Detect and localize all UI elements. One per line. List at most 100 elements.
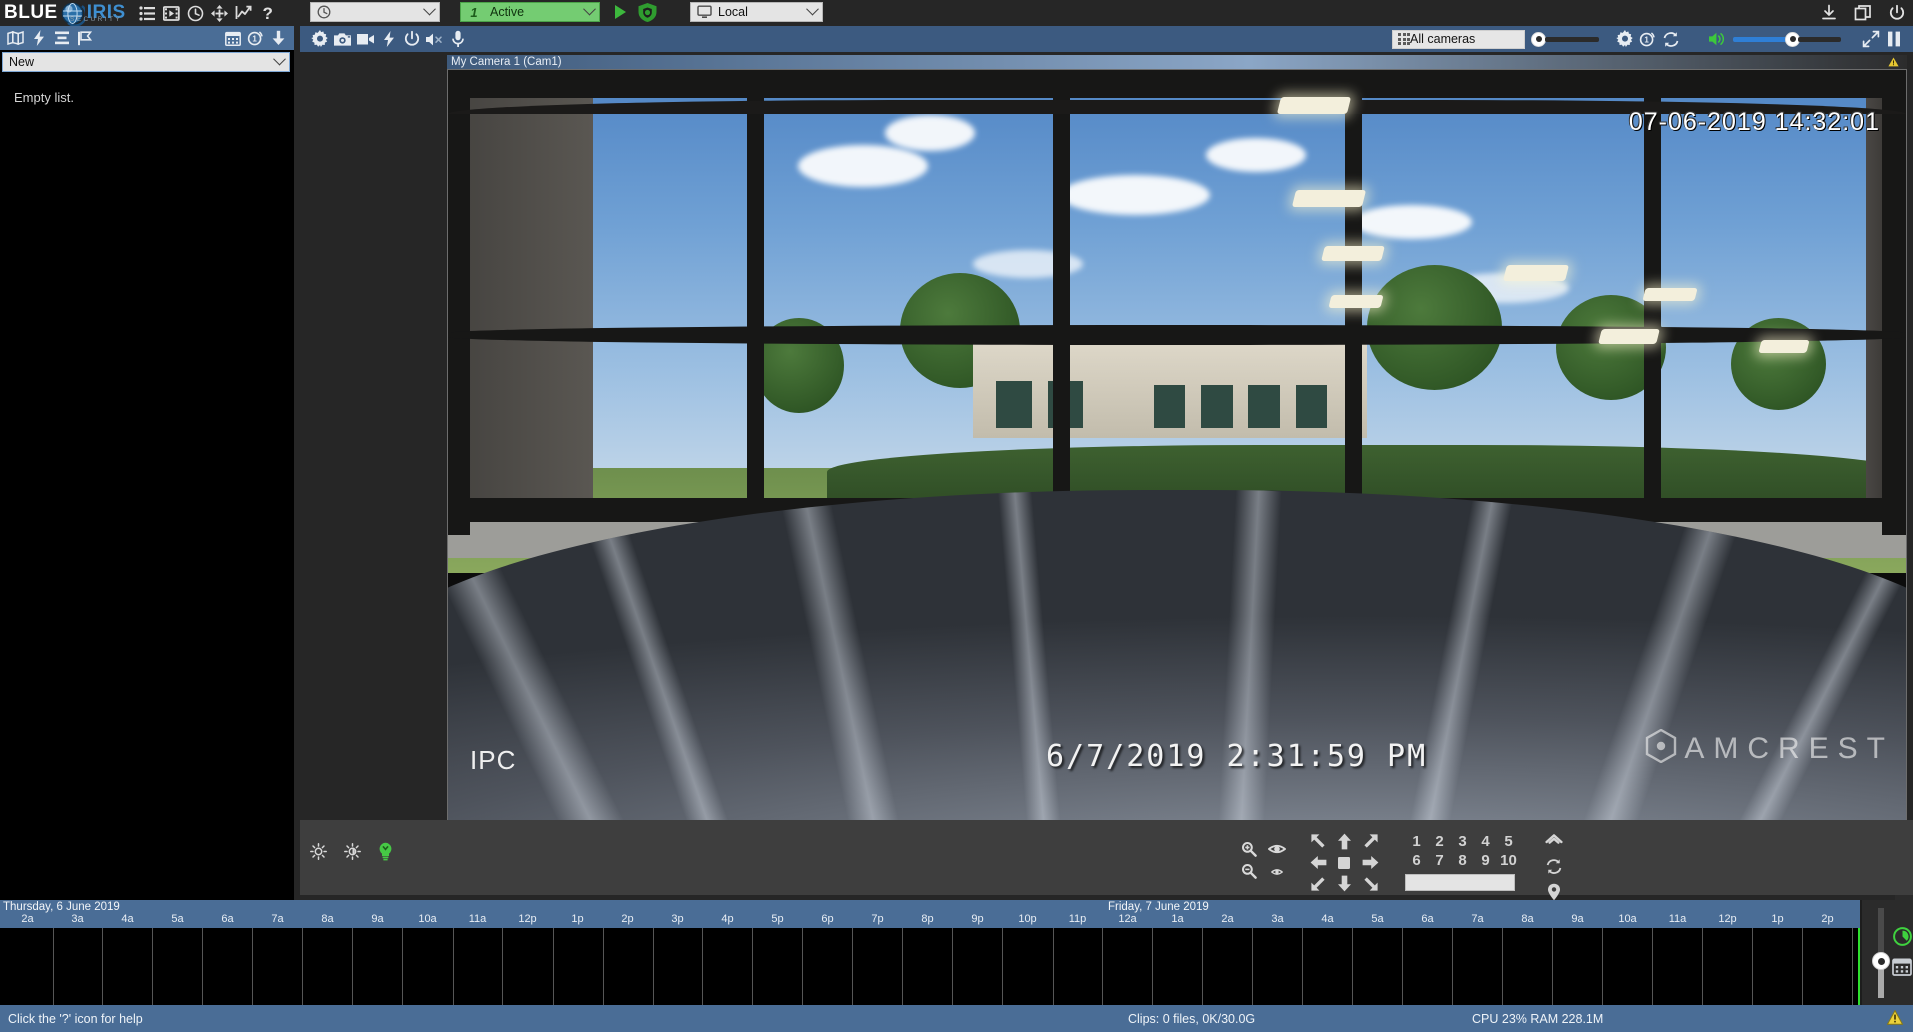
warning-triangle-icon[interactable] bbox=[1886, 1009, 1904, 1028]
stop-square-button[interactable] bbox=[1337, 856, 1351, 870]
flag-icon[interactable] bbox=[73, 27, 96, 50]
download-icon[interactable] bbox=[1817, 1, 1841, 25]
calendar-icon[interactable] bbox=[1892, 957, 1912, 981]
zoom-out-icon[interactable] bbox=[1241, 863, 1257, 884]
shield-icon[interactable] bbox=[637, 2, 658, 28]
timeline-tick bbox=[553, 928, 554, 1005]
preset-5-button[interactable]: 5 bbox=[1497, 832, 1520, 851]
arrow-down-left-button[interactable] bbox=[1310, 875, 1327, 892]
camera-select[interactable]: All cameras bbox=[1392, 29, 1525, 49]
timeline-hour-label: 10a bbox=[418, 913, 437, 925]
lightbulb-icon[interactable] bbox=[378, 842, 393, 866]
brightness-up-icon[interactable] bbox=[310, 843, 327, 865]
alert-clock-icon[interactable]: 1 bbox=[244, 27, 267, 50]
expand-icon[interactable] bbox=[1859, 28, 1882, 51]
home-icon[interactable] bbox=[1545, 834, 1563, 850]
preset-4-button[interactable]: 4 bbox=[1474, 832, 1497, 851]
camera-title: My Camera 1 (Cam1) bbox=[451, 56, 562, 68]
brightness-down-icon[interactable] bbox=[344, 843, 361, 865]
speaker-icon[interactable] bbox=[1706, 28, 1729, 51]
iris-close-icon[interactable] bbox=[1270, 864, 1284, 882]
timeline-hour-label: 1p bbox=[1771, 913, 1784, 925]
timeline-hour-label: 8a bbox=[321, 913, 334, 925]
preset-3-button[interactable]: 3 bbox=[1451, 832, 1474, 851]
power-icon[interactable] bbox=[400, 28, 423, 51]
timeline-hour-label: 7p bbox=[871, 913, 884, 925]
timeline-tick bbox=[152, 928, 153, 1005]
quality-slider[interactable] bbox=[1531, 31, 1599, 47]
arrow-up-right-button[interactable] bbox=[1362, 833, 1379, 850]
timeline-track[interactable] bbox=[0, 928, 1860, 1005]
timeline-zoom-slider[interactable] bbox=[1872, 908, 1890, 998]
zoom-in-icon[interactable] bbox=[1241, 841, 1257, 862]
logo-subtitle: SECURITY bbox=[70, 16, 123, 23]
iris-open-icon[interactable] bbox=[1267, 842, 1287, 861]
preset-6-button[interactable]: 6 bbox=[1405, 851, 1428, 870]
chevron-down-icon bbox=[806, 2, 819, 16]
list-icon[interactable] bbox=[136, 1, 160, 25]
preset-1-button[interactable]: 1 bbox=[1405, 832, 1428, 851]
arrow-down-button[interactable] bbox=[1337, 875, 1352, 892]
preset-9-button[interactable]: 9 bbox=[1474, 851, 1497, 870]
clips-icon[interactable] bbox=[160, 1, 184, 25]
timeline-hour-label: 12p bbox=[518, 913, 537, 925]
slider-knob[interactable] bbox=[1531, 31, 1546, 47]
timeline-tick bbox=[202, 928, 203, 1005]
preset-7-button[interactable]: 7 bbox=[1428, 851, 1451, 870]
location-pin-icon[interactable] bbox=[1547, 883, 1561, 901]
stats-icon[interactable] bbox=[232, 1, 256, 25]
server-select[interactable]: Local bbox=[690, 2, 823, 22]
trigger-icon[interactable] bbox=[377, 28, 400, 51]
timeline-hour-label: 12p bbox=[1718, 913, 1737, 925]
preset-10-button[interactable]: 10 bbox=[1497, 851, 1520, 870]
download-arrow-icon[interactable] bbox=[267, 27, 290, 50]
power-icon[interactable] bbox=[1885, 1, 1909, 25]
arrow-up-left-button[interactable] bbox=[1310, 833, 1327, 850]
preset-select[interactable] bbox=[1405, 874, 1515, 891]
list-rows-icon[interactable] bbox=[50, 27, 73, 50]
volume-track-rest[interactable] bbox=[1798, 36, 1841, 42]
timeline-hour-label: 5a bbox=[171, 913, 184, 925]
move-icon[interactable] bbox=[208, 1, 232, 25]
arrow-down-right-button[interactable] bbox=[1362, 875, 1379, 892]
alert-clock-icon[interactable]: 1 bbox=[1636, 28, 1659, 51]
gear-icon[interactable] bbox=[1613, 28, 1636, 51]
alert-list-empty-text: Empty list. bbox=[14, 90, 74, 105]
speaker-mute-icon[interactable] bbox=[423, 28, 446, 51]
alert-list-select[interactable]: New bbox=[2, 52, 290, 72]
calendar-icon[interactable] bbox=[221, 27, 244, 50]
timeline-tick bbox=[252, 928, 253, 1005]
preset-8-button[interactable]: 8 bbox=[1451, 851, 1474, 870]
chevron-down-icon bbox=[423, 2, 436, 16]
lightning-icon[interactable] bbox=[27, 27, 50, 50]
arrow-left-button[interactable] bbox=[1310, 855, 1327, 870]
green-clock-icon[interactable] bbox=[1892, 926, 1913, 952]
gear-icon[interactable] bbox=[308, 28, 331, 51]
timeline-tick bbox=[902, 928, 903, 1005]
play-button[interactable] bbox=[615, 5, 626, 19]
cycle-icon[interactable] bbox=[1545, 858, 1563, 875]
help-icon[interactable]: ? bbox=[256, 1, 280, 25]
arrow-right-button[interactable] bbox=[1362, 855, 1379, 870]
status-profile-number: 1 bbox=[470, 4, 478, 20]
ptz-presets: 1 2 3 4 5 6 7 8 9 10 bbox=[1405, 832, 1520, 891]
timeline-hour-label: 5p bbox=[771, 913, 784, 925]
refresh-icon[interactable] bbox=[1659, 28, 1682, 51]
record-icon[interactable] bbox=[354, 28, 377, 51]
timeline-zoom-knob[interactable] bbox=[1872, 952, 1890, 970]
microphone-icon[interactable] bbox=[446, 28, 469, 51]
clock-icon[interactable] bbox=[184, 1, 208, 25]
volume-slider[interactable] bbox=[1733, 31, 1841, 47]
status-select[interactable]: 1 Active bbox=[460, 2, 600, 22]
preset-2-button[interactable]: 2 bbox=[1428, 832, 1451, 851]
top-toolbar: BLUE IRIS SECURITY ? 1 Active Local bbox=[0, 0, 1913, 28]
snapshot-icon[interactable] bbox=[331, 28, 354, 51]
slider-track[interactable] bbox=[1545, 36, 1599, 42]
pause-icon[interactable] bbox=[1882, 28, 1905, 51]
restore-window-icon[interactable] bbox=[1851, 1, 1875, 25]
arrow-up-button[interactable] bbox=[1337, 833, 1352, 850]
map-icon[interactable] bbox=[4, 27, 27, 50]
profile-select[interactable] bbox=[310, 2, 440, 22]
camera-video-feed[interactable]: 07-06-2019 14:32:01 IPC 6/7/2019 2:31:59… bbox=[447, 69, 1907, 821]
volume-track-filled[interactable] bbox=[1733, 36, 1787, 42]
